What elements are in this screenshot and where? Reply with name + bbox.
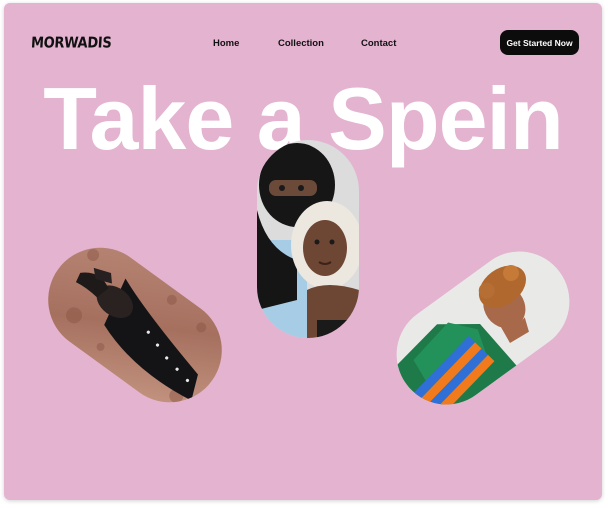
photo-person-lying-on-dirt (27, 227, 243, 423)
nav-link-home[interactable]: Home (213, 38, 239, 49)
brand-logo[interactable]: MORWADIS (30, 35, 111, 52)
nav-link-contact[interactable]: Contact (361, 38, 396, 49)
get-started-button[interactable]: Get Started Now (500, 30, 579, 55)
photo-two-people-in-knit-hats (257, 140, 359, 338)
nav-link-collection[interactable]: Collection (278, 38, 324, 49)
landing-page: MORWADIS Home Collection Contact Get Sta… (4, 3, 602, 500)
photo-person-in-colorful-sweater (376, 231, 590, 425)
